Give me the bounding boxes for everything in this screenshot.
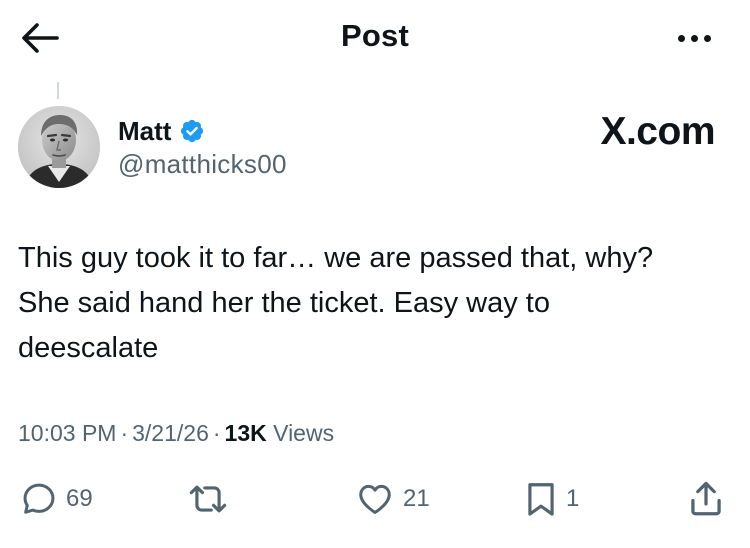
post-text: This guy took it to far… we are passed t…	[18, 236, 733, 371]
x-com-watermark: X.com	[600, 110, 715, 153]
reply-count: 69	[66, 485, 93, 512]
more-dots-icon	[677, 34, 685, 42]
author-handle[interactable]: @matthicks00	[118, 148, 287, 180]
share-button[interactable]	[688, 478, 724, 520]
views-label: Views	[273, 420, 335, 446]
heart-icon	[359, 484, 391, 514]
page-title: Post	[341, 18, 409, 53]
repost-arrows-icon	[189, 485, 227, 513]
bookmark-button[interactable]: 1	[524, 478, 579, 520]
post-meta: 10:03 PM · 3/21/26 · 13K Views	[18, 417, 334, 449]
like-count: 21	[403, 485, 430, 512]
arrow-left-icon	[22, 23, 59, 53]
views-count: 13K	[224, 420, 267, 446]
repost-button[interactable]	[187, 478, 237, 520]
bookmark-icon	[528, 483, 554, 516]
post-date[interactable]: 3/21/26	[132, 420, 209, 446]
share-upload-icon	[691, 481, 721, 516]
author-display-name[interactable]: Matt	[118, 116, 171, 146]
verified-badge-icon	[181, 119, 204, 143]
more-options-button[interactable]	[664, 20, 724, 56]
like-button[interactable]: 21	[355, 478, 430, 520]
post-text-line: deescalate	[18, 332, 159, 364]
avatar-portrait-image	[18, 106, 100, 188]
meta-separator: ·	[120, 420, 129, 446]
post-time[interactable]: 10:03 PM	[18, 420, 116, 446]
bookmark-count: 1	[566, 485, 580, 512]
thread-connector-line	[57, 82, 59, 99]
reply-button[interactable]: 69	[20, 478, 93, 520]
post-text-line: This guy took it to far… we are passed t…	[18, 242, 654, 274]
post-text-line: She said hand her the ticket. Easy way t…	[18, 287, 550, 319]
back-button[interactable]	[20, 18, 60, 58]
author-name-row: Matt	[118, 114, 205, 148]
avatar[interactable]	[18, 106, 100, 188]
reply-bubble-icon	[23, 483, 55, 514]
meta-separator: ·	[212, 420, 221, 446]
